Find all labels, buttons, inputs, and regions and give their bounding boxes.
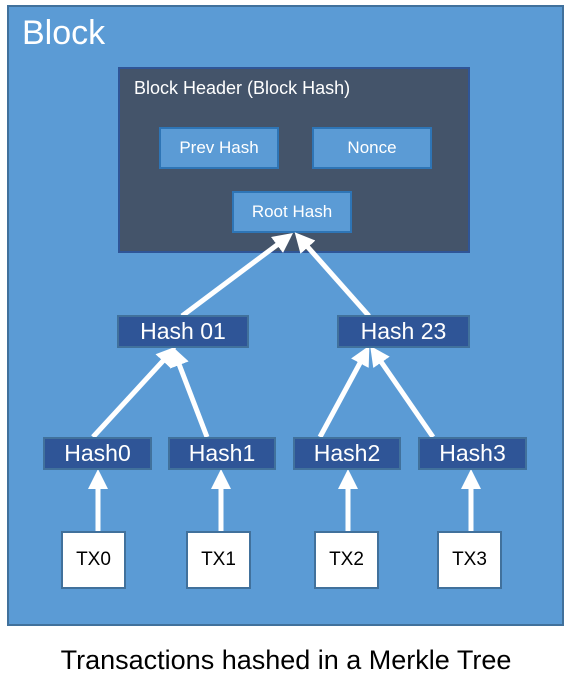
tx1-node: TX1 (186, 531, 251, 589)
arrow-hash0-hash01 (91, 346, 177, 439)
hash1-node: Hash1 (168, 437, 276, 470)
hash-23-node: Hash 23 (337, 315, 470, 348)
hash0-node: Hash0 (43, 437, 152, 470)
hash2-node: Hash2 (293, 437, 401, 470)
arrow-hash01-root (180, 233, 294, 319)
tx0-node: TX0 (61, 531, 126, 589)
arrow-hash23-root (294, 232, 371, 318)
arrow-hash2-hash23 (317, 345, 370, 439)
arrow-hash3-hash23 (370, 345, 436, 439)
tx2-node: TX2 (314, 531, 379, 589)
tx3-node: TX3 (437, 531, 502, 589)
diagram-caption: Transactions hashed in a Merkle Tree (60, 645, 512, 675)
arrow-hash1-hash01 (170, 346, 210, 438)
hash3-node: Hash3 (418, 437, 527, 470)
hash-01-node: Hash 01 (117, 315, 249, 348)
